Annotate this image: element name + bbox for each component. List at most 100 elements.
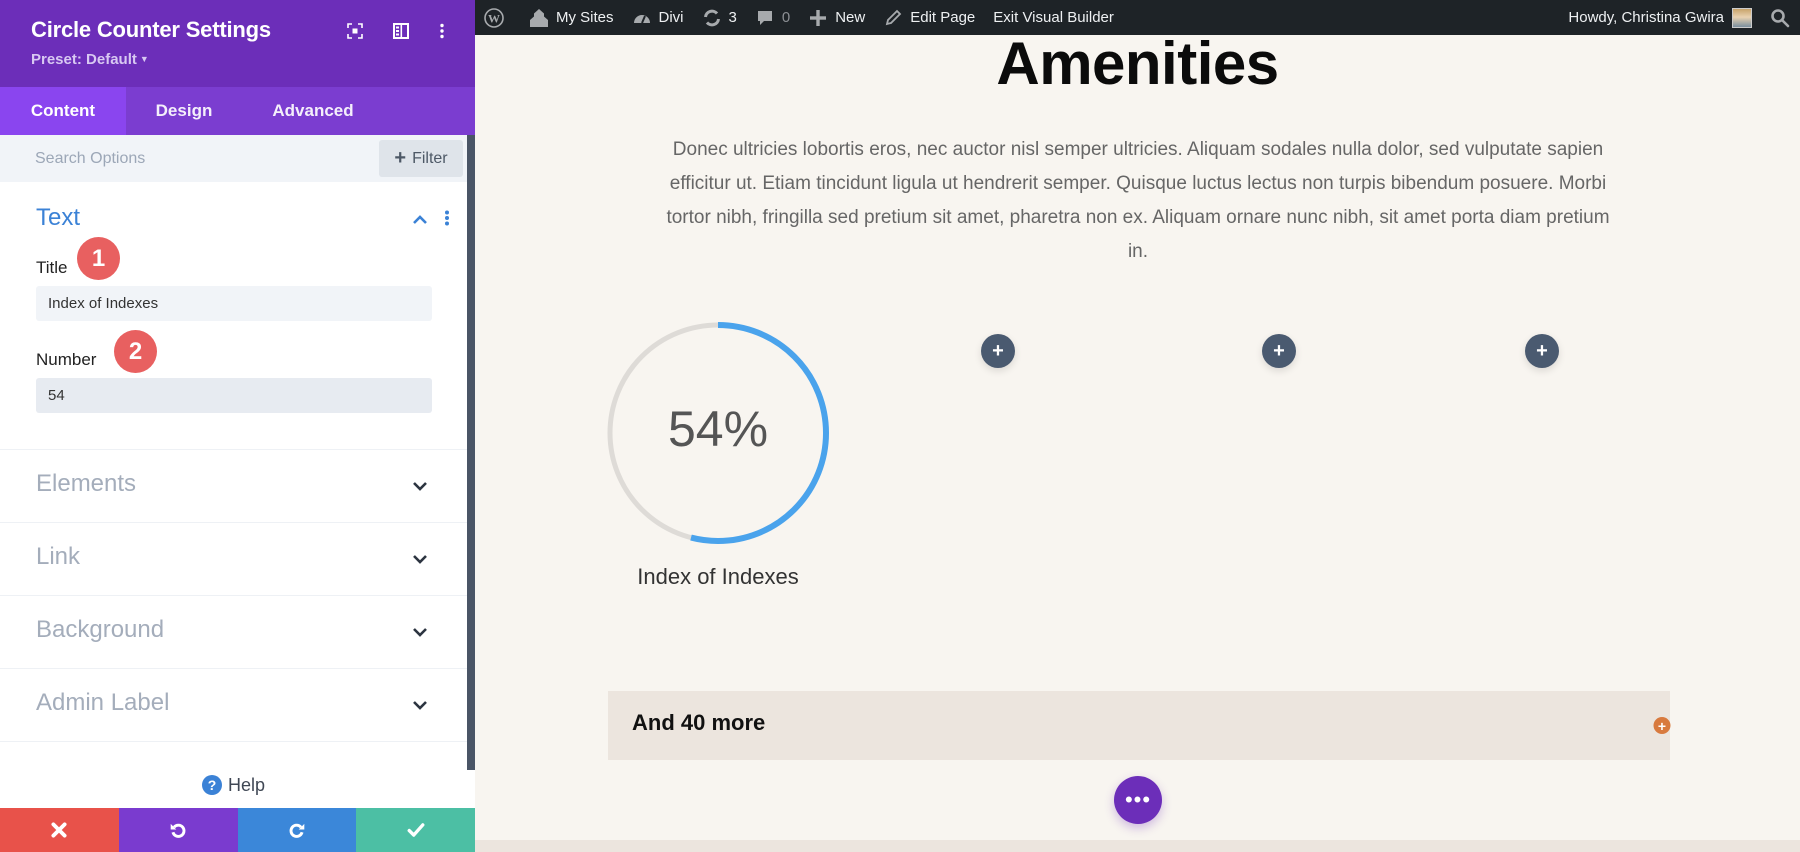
tab-content[interactable]: Content: [0, 87, 126, 135]
panel-footer: [0, 808, 475, 852]
chevron-up-icon[interactable]: [412, 212, 428, 230]
undo-icon: [170, 823, 186, 838]
number-input[interactable]: [36, 378, 432, 413]
tab-design[interactable]: Design: [126, 87, 242, 135]
split-view-icon[interactable]: [392, 22, 410, 40]
help-label: Help: [227, 775, 266, 795]
chevron-down-icon: [412, 624, 428, 642]
page-settings-button[interactable]: •••: [1114, 776, 1162, 824]
section-link[interactable]: Link: [0, 523, 467, 596]
avatar: [1732, 7, 1752, 28]
wordpress-logo-icon: W: [484, 7, 504, 28]
edit-page-label: Edit Page: [910, 9, 976, 26]
section-admin-label[interactable]: Admin Label: [0, 669, 467, 742]
section-background-title: Background: [36, 616, 165, 643]
comments-icon: [755, 8, 775, 28]
page-heading: Amenities: [996, 35, 1279, 97]
step-badge-1: 1: [77, 237, 120, 280]
new-label: New: [835, 9, 866, 26]
counter-percent: 54%: [667, 401, 769, 457]
filter-button[interactable]: + Filter: [379, 140, 463, 177]
section-admin-label-title: Admin Label: [36, 689, 170, 716]
page-canvas: Amenities Donec ultricies lobortis eros,…: [475, 35, 1800, 852]
divi-label: Divi: [658, 9, 684, 26]
greeting: Howdy, Christina Gwira: [1568, 9, 1724, 26]
focus-icon[interactable]: [346, 22, 364, 40]
intro-paragraph: Donec ultricies lobortis eros, nec aucto…: [666, 139, 1610, 262]
search-options-input[interactable]: [18, 135, 368, 182]
updates-icon: [702, 8, 722, 28]
search-icon: [1770, 8, 1790, 28]
svg-text:W: W: [488, 11, 500, 25]
section-elements-title: Elements: [36, 470, 137, 497]
number-field-label: Number: [36, 350, 97, 369]
section-text-title[interactable]: Text: [36, 204, 80, 232]
add-module-button[interactable]: +: [1262, 334, 1296, 368]
comments-menu[interactable]: 0: [746, 0, 799, 35]
my-sites-menu[interactable]: My Sites: [520, 0, 623, 35]
exit-visual-builder-link[interactable]: Exit Visual Builder: [984, 0, 1123, 35]
filter-label: Filter: [412, 149, 448, 167]
plus-icon: +: [394, 147, 407, 169]
help-link[interactable]: ? Help: [0, 775, 467, 796]
step-badge-2: 2: [114, 330, 157, 373]
close-icon: [51, 822, 67, 838]
divi-dashboard-icon: [632, 8, 652, 28]
divi-menu[interactable]: Divi: [623, 0, 693, 35]
section-text: Text Title 1 Number 2: [0, 182, 467, 450]
discard-button[interactable]: [0, 808, 119, 852]
new-content-menu[interactable]: New: [799, 0, 874, 35]
save-button[interactable]: [356, 808, 475, 852]
panel-title: Circle Counter Settings: [31, 17, 271, 42]
wp-admin-bar: W My Sites Divi 3 0 New Edit Page Exit V…: [475, 0, 1800, 35]
preset-label: Preset: Default: [31, 51, 137, 68]
add-module-button[interactable]: +: [1525, 334, 1559, 368]
section-elements[interactable]: Elements: [0, 450, 467, 523]
section-link-title: Link: [36, 543, 81, 570]
edit-page-link[interactable]: Edit Page: [874, 0, 984, 35]
chevron-down-icon: [412, 478, 428, 496]
question-icon: ?: [201, 775, 222, 795]
plus-icon: +: [1536, 339, 1548, 362]
more-horizontal-icon: •••: [1124, 787, 1152, 812]
checkmark-icon: [407, 823, 425, 837]
settings-panel: Circle Counter Settings Preset: Default ▼…: [0, 0, 475, 852]
comments-count: 0: [781, 9, 791, 26]
search-button[interactable]: [1761, 0, 1800, 35]
section-more-icon[interactable]: [444, 210, 450, 231]
panel-scrollbar[interactable]: [467, 135, 475, 770]
preset-dropdown[interactable]: Preset: Default ▼: [31, 51, 149, 68]
title-field-label: Title: [36, 258, 68, 277]
panel-header: Circle Counter Settings Preset: Default ▼: [0, 0, 475, 87]
plus-icon: +: [992, 339, 1004, 362]
pencil-icon: [883, 8, 903, 28]
more-options-icon[interactable]: [433, 22, 451, 40]
caret-down-icon: ▼: [139, 54, 149, 64]
admin-bar-right: Howdy, Christina Gwira: [1559, 0, 1800, 35]
search-bar: + Filter: [0, 135, 467, 182]
title-input[interactable]: [36, 286, 432, 321]
my-sites-label: My Sites: [556, 9, 614, 26]
add-module-button[interactable]: +: [981, 334, 1015, 368]
updates-menu[interactable]: 3: [693, 0, 746, 35]
counter-title: Index of Indexes: [637, 564, 799, 589]
redo-button[interactable]: [237, 808, 357, 852]
chevron-down-icon: [412, 551, 428, 569]
section-background[interactable]: Background: [0, 596, 467, 669]
account-menu[interactable]: Howdy, Christina Gwira: [1559, 0, 1761, 35]
accordion-toggle[interactable]: And 40 more +: [608, 691, 1671, 760]
updates-count: 3: [728, 9, 737, 26]
wordpress-menu[interactable]: W: [475, 0, 520, 35]
chevron-down-icon: [412, 697, 428, 715]
accordion-title: And 40 more: [632, 710, 766, 735]
exit-visual-builder-label: Exit Visual Builder: [993, 9, 1114, 26]
tab-advanced[interactable]: Advanced: [242, 87, 384, 135]
plus-icon: +: [1273, 339, 1285, 362]
redo-icon: [289, 823, 305, 838]
next-section-edge: [475, 840, 1800, 852]
plus-icon: [808, 8, 828, 28]
my-sites-icon: [529, 8, 549, 28]
accordion-plus-icon: +: [1653, 717, 1671, 734]
undo-button[interactable]: [118, 808, 238, 852]
panel-tabs: Content Design Advanced: [0, 87, 475, 135]
